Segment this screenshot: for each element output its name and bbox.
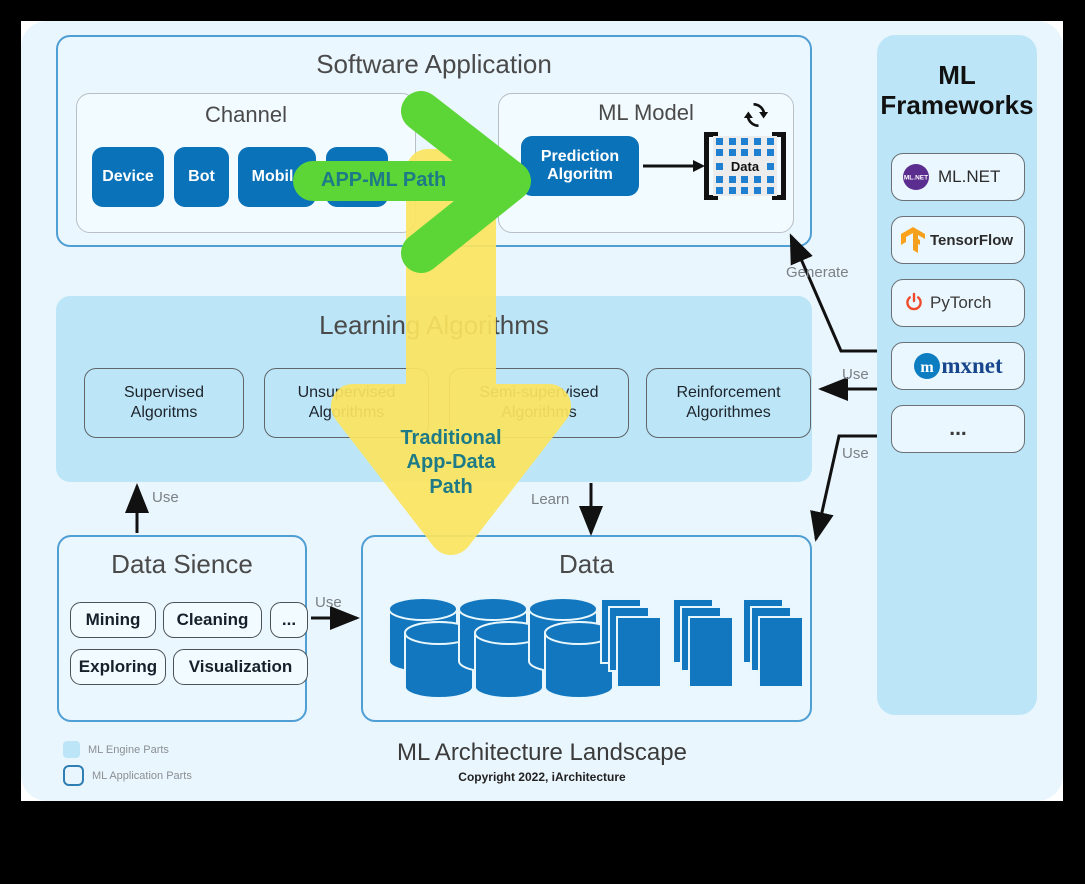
framework-card-mlnet-label: ML.NET bbox=[938, 167, 1001, 186]
framework-card-tensorflow[interactable]: TensorFlow bbox=[891, 216, 1025, 264]
edge-label-use-frameworks-algos: Use bbox=[842, 366, 869, 383]
document-stack-2 bbox=[672, 598, 734, 688]
bracket-left-icon bbox=[704, 132, 709, 200]
diagram-canvas: Software Application Channel Device Bot … bbox=[21, 21, 1063, 801]
ml-frameworks-title: ML Frameworks bbox=[877, 60, 1037, 121]
ml-frameworks-title-line2: Frameworks bbox=[880, 89, 1034, 120]
svg-text:m: m bbox=[921, 359, 935, 376]
software-application-title: Software Application bbox=[316, 49, 552, 79]
software-application-box[interactable]: Software Application Channel Device Bot … bbox=[56, 35, 812, 247]
data-storage-illustration bbox=[388, 597, 803, 699]
channel-item-device[interactable]: Device bbox=[92, 147, 164, 207]
data-science-item-mining[interactable]: Mining bbox=[70, 602, 156, 638]
data-science-item-more-label: ... bbox=[281, 610, 297, 629]
data-matrix: Data bbox=[704, 132, 786, 200]
diagram-footer: ML Architecture Landscape Copyright 2022… bbox=[21, 739, 1063, 784]
edge-label-use-ds-data: Use bbox=[315, 594, 342, 611]
data-science-item-visualization[interactable]: Visualization bbox=[173, 649, 308, 685]
ml-model-box[interactable]: ML Model Prediction Algoritm Data bbox=[498, 93, 794, 233]
data-box[interactable]: Data bbox=[361, 535, 812, 722]
data-science-item-exploring[interactable]: Exploring bbox=[70, 649, 166, 685]
mlnet-logo-icon: ML.NET bbox=[903, 164, 929, 190]
edge-label-generate: Generate bbox=[786, 264, 849, 281]
pytorch-logo-icon bbox=[906, 292, 922, 311]
algorithm-card-supervised-line1: Supervised bbox=[123, 384, 205, 401]
data-science-box[interactable]: Data Sience Mining Cleaning ... Explorin… bbox=[57, 535, 308, 722]
diagram-footer-title: ML Architecture Landscape bbox=[397, 739, 687, 766]
channel-item-device-label: Device bbox=[102, 168, 154, 185]
edge-label-use-frameworks-data: Use bbox=[842, 445, 869, 462]
data-science-item-more[interactable]: ... bbox=[270, 602, 308, 638]
algorithm-card-reinforcement-line2: Algorithmes bbox=[686, 404, 771, 421]
channel-item-mobile[interactable]: Mobile bbox=[238, 147, 316, 207]
channel-item-bot[interactable]: Bot bbox=[174, 147, 229, 207]
framework-card-tensorflow-label: TensorFlow bbox=[930, 231, 1014, 249]
mxnet-logo-icon: m bbox=[914, 353, 941, 379]
framework-card-mxnet[interactable]: m mxnet bbox=[891, 342, 1025, 390]
framework-card-pytorch[interactable]: PyTorch bbox=[891, 279, 1025, 327]
learning-algorithms-title: Learning Algorithms bbox=[319, 310, 549, 340]
data-science-item-visualization-label: Visualization bbox=[188, 657, 293, 676]
document-stack-3 bbox=[742, 598, 803, 688]
algorithm-card-semi-supervised-line2: Algorithms bbox=[501, 404, 577, 421]
channel-item-mobile-label: Mobile bbox=[251, 168, 303, 185]
data-matrix-grid: Data bbox=[713, 136, 777, 196]
algorithm-card-unsupervised-line1: Unsupervised bbox=[297, 384, 396, 401]
channel-title: Channel bbox=[205, 102, 287, 127]
data-science-item-exploring-label: Exploring bbox=[78, 657, 158, 676]
channel-item-bot-label: Bot bbox=[188, 168, 215, 185]
algorithm-card-reinforcement-line1: Reinforcement bbox=[676, 384, 781, 401]
app-ml-path-label: APP-ML Path bbox=[321, 169, 447, 191]
edge-label-use-ds-algos: Use bbox=[152, 489, 179, 506]
ml-frameworks-title-line1: ML bbox=[938, 60, 976, 90]
algorithm-card-unsupervised-line2: Algorithms bbox=[308, 404, 385, 421]
prediction-algorithm-line1: Prediction bbox=[540, 147, 620, 165]
framework-card-mxnet-label: mxnet bbox=[941, 353, 1003, 378]
prediction-to-data-arrow bbox=[643, 160, 705, 172]
data-science-item-cleaning[interactable]: Cleaning bbox=[163, 602, 262, 638]
prediction-algorithm-box[interactable]: Prediction Algoritm bbox=[521, 136, 639, 196]
prediction-algorithm-line2: Algoritm bbox=[547, 166, 613, 183]
framework-card-pytorch-label: PyTorch bbox=[930, 293, 992, 312]
data-title: Data bbox=[559, 549, 614, 579]
framework-card-more-label: ... bbox=[949, 417, 967, 440]
data-matrix-label: Data bbox=[730, 158, 760, 174]
algorithm-card-supervised-line2: Algoritms bbox=[130, 404, 198, 421]
diagram-footer-copyright: Copyright 2022, iArchitecture bbox=[458, 770, 626, 784]
traditional-path-line1: Traditional bbox=[400, 427, 502, 449]
tensorflow-logo-icon bbox=[901, 227, 925, 253]
svg-text:ML.NET: ML.NET bbox=[904, 175, 928, 182]
traditional-path-line3: Path bbox=[429, 475, 473, 498]
bracket-right-icon bbox=[781, 132, 786, 200]
channel-box[interactable]: Channel Device Bot Mobile bbox=[76, 93, 416, 233]
ml-frameworks-panel[interactable]: ML Frameworks ML.NET ML.NET TensorFlow P… bbox=[877, 35, 1037, 715]
framework-card-more[interactable]: ... bbox=[891, 405, 1025, 453]
data-science-item-cleaning-label: Cleaning bbox=[176, 610, 249, 629]
traditional-app-data-path-label: Traditional App-Data Path bbox=[351, 426, 551, 499]
screenshot-root: Software Application Channel Device Bot … bbox=[0, 0, 1085, 884]
algorithm-card-supervised[interactable]: Supervised Algoritms bbox=[84, 368, 244, 438]
data-science-title: Data Sience bbox=[111, 549, 253, 579]
data-science-item-mining-label: Mining bbox=[85, 610, 141, 629]
traditional-path-line2: App-Data bbox=[406, 451, 496, 474]
framework-card-mlnet[interactable]: ML.NET ML.NET bbox=[891, 153, 1025, 201]
algorithm-card-reinforcement[interactable]: Reinforcement Algorithmes bbox=[646, 368, 811, 438]
algorithm-card-semi-supervised-line1: Semi-supervised bbox=[479, 384, 599, 401]
refresh-icon[interactable] bbox=[741, 100, 771, 130]
